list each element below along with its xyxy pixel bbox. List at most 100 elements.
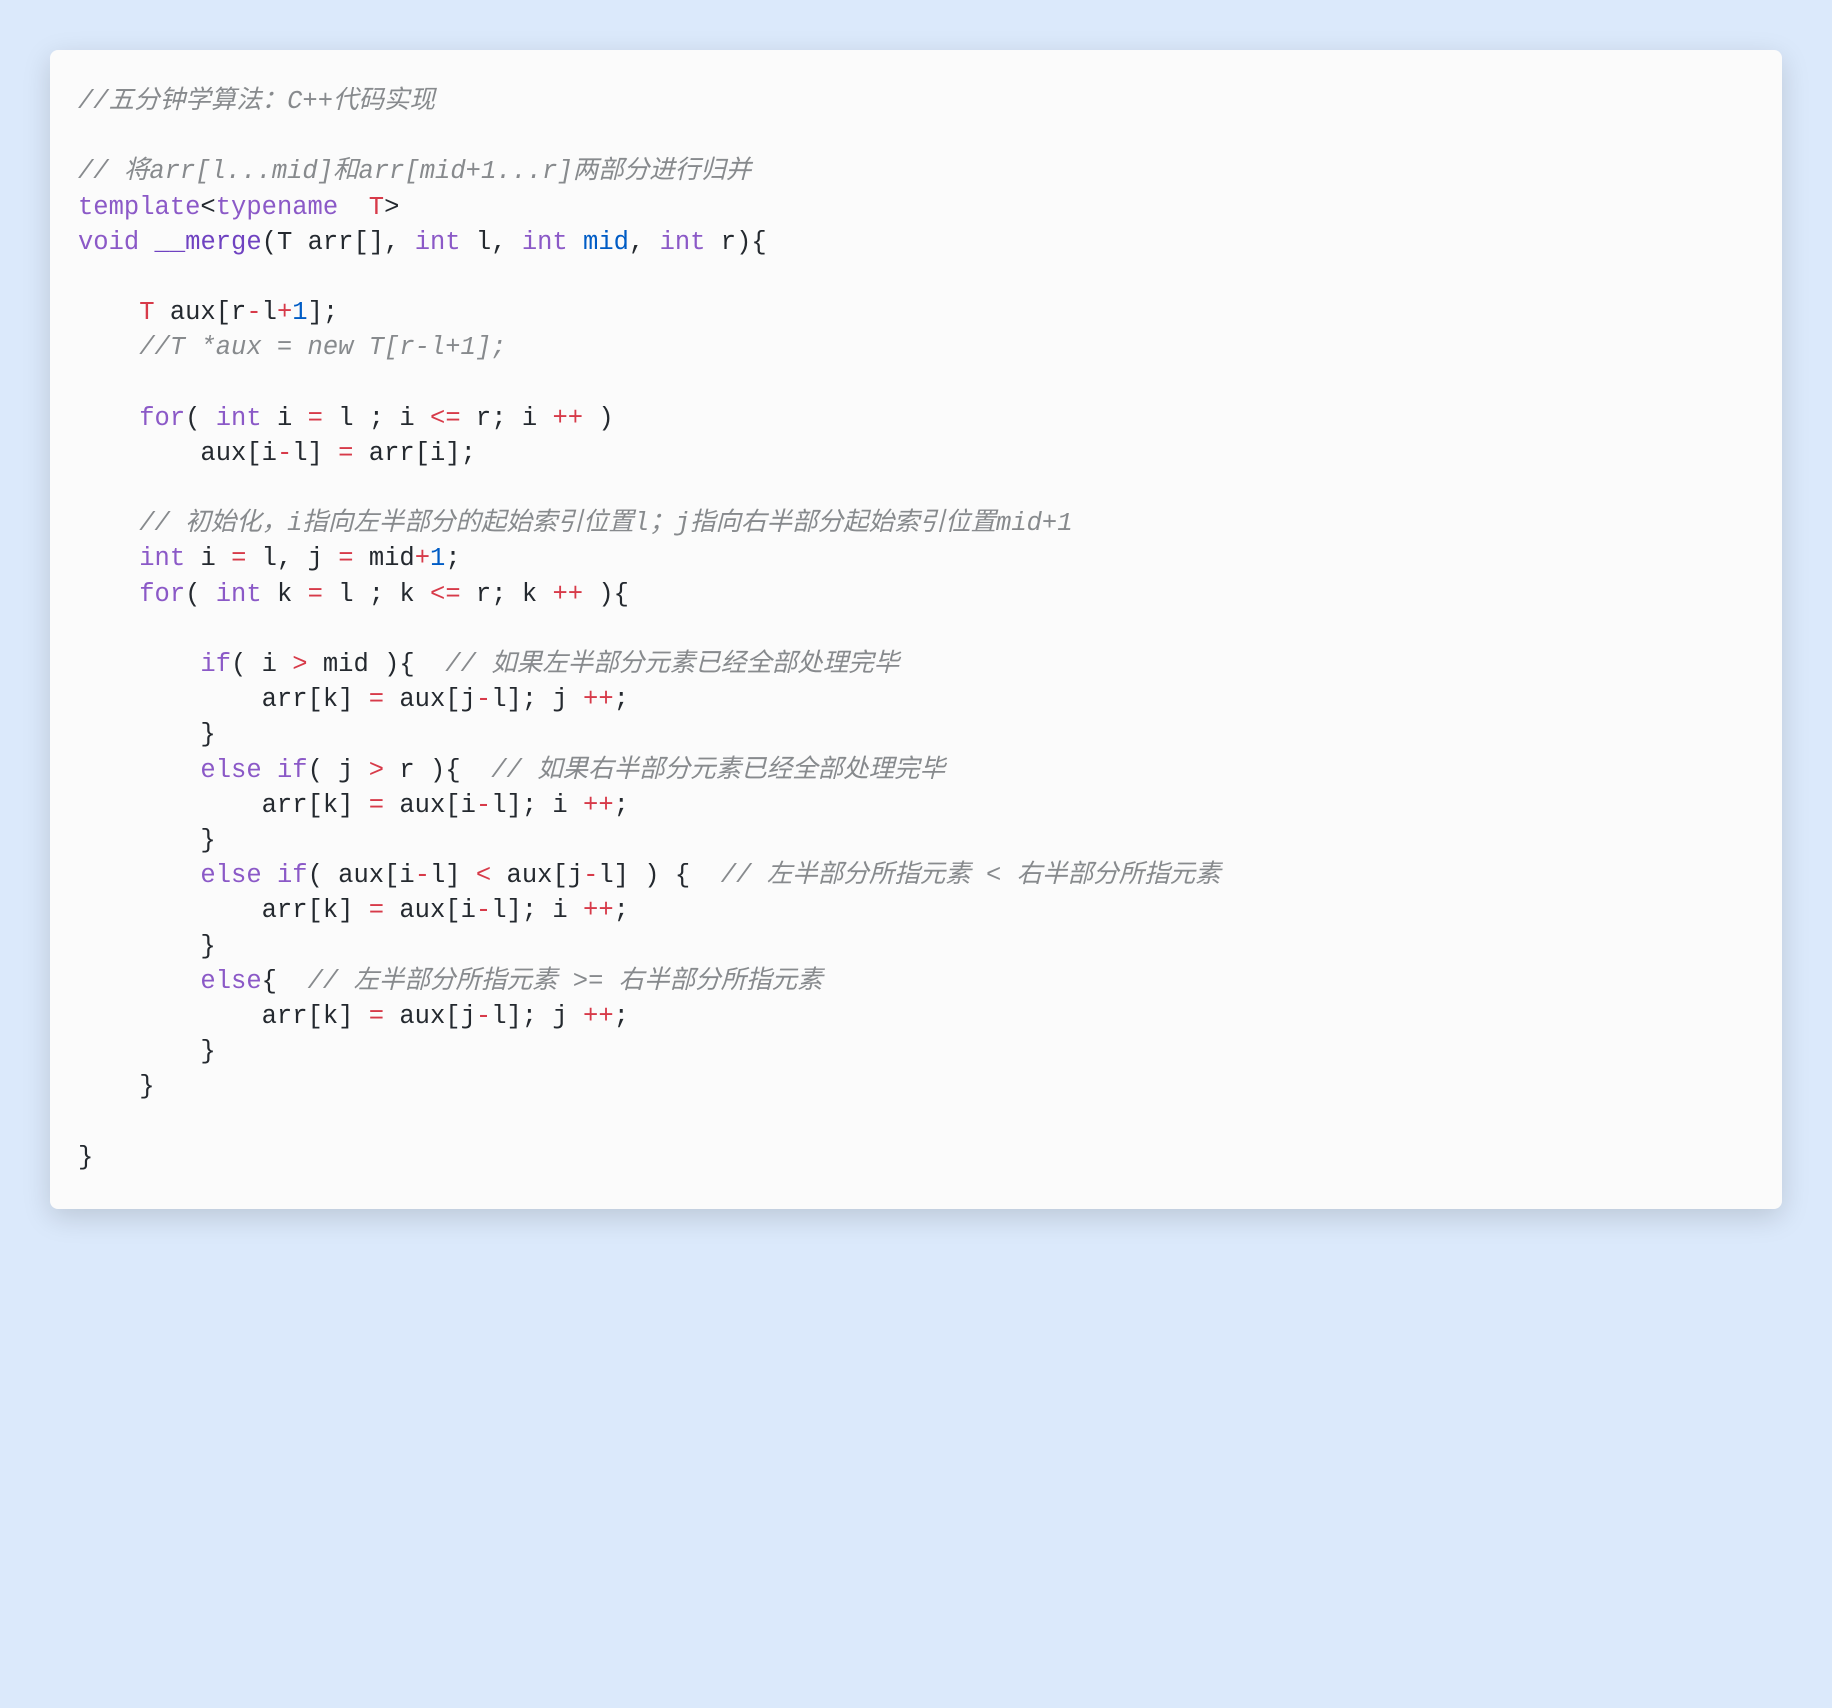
code-text: mid — [308, 650, 385, 679]
code-text: ) — [583, 404, 614, 433]
code-text: < — [200, 193, 215, 222]
code-text: l] ) { — [598, 861, 720, 890]
code-text: k — [262, 580, 308, 609]
code-text: } — [78, 1143, 93, 1172]
code-op: ++ — [552, 580, 583, 609]
code-text: aux[i — [200, 439, 277, 468]
code-func: __merge — [155, 228, 262, 257]
code-card: //五分钟学算法：C++代码实现 // 将arr[l...mid]和arr[mi… — [50, 50, 1782, 1209]
code-op: = — [369, 896, 384, 925]
code-op: ++ — [583, 685, 614, 714]
code-keyword: int — [415, 228, 461, 257]
code-text: aux[j — [384, 1002, 476, 1031]
code-text: ){ — [430, 756, 491, 785]
code-text: arr[k] — [78, 896, 369, 925]
code-text: ){ — [583, 580, 629, 609]
code-op: - — [583, 861, 598, 890]
code-text: } — [78, 932, 216, 961]
code-text: ( j — [308, 756, 369, 785]
code-comment: // 如果右半部分元素已经全部处理完毕 — [491, 756, 945, 785]
code-text: ; i — [354, 404, 431, 433]
code-text: , j — [277, 544, 338, 573]
code-text: l]; j — [491, 685, 583, 714]
code-comment: // 初始化，i指向左半部分的起始索引位置l；j指向右半部分起始索引位置mid+… — [78, 509, 1073, 538]
code-op: = — [369, 1002, 384, 1031]
code-text: ( — [185, 580, 216, 609]
code-block[interactable]: //五分钟学算法：C++代码实现 // 将arr[l...mid]和arr[mi… — [78, 84, 1754, 1175]
code-text: l, — [461, 228, 522, 257]
code-text — [139, 228, 154, 257]
code-keyword: else — [78, 756, 262, 785]
code-text: , — [629, 228, 660, 257]
code-op: < — [476, 861, 491, 890]
code-text: i — [185, 544, 231, 573]
code-text: l — [262, 298, 277, 327]
code-op: - — [476, 791, 491, 820]
code-text: } — [78, 826, 216, 855]
code-keyword: int — [216, 404, 262, 433]
code-text: r — [384, 756, 430, 785]
code-keyword: if — [78, 650, 231, 679]
code-keyword: void — [78, 228, 139, 257]
code-op: - — [476, 896, 491, 925]
code-op: = — [338, 544, 369, 573]
code-text: > — [384, 193, 399, 222]
code-text: aux[j — [491, 861, 583, 890]
code-op: ++ — [583, 896, 614, 925]
code-type: T — [369, 193, 384, 222]
code-comment: //T *aux = new T[r-l+1]; — [78, 333, 506, 362]
code-op: > — [369, 756, 384, 785]
code-comment: // 如果左半部分元素已经全部处理完毕 — [445, 650, 899, 679]
code-keyword: typename — [216, 193, 338, 222]
code-text: ){ — [384, 650, 445, 679]
code-comment: // 左半部分所指元素 < 右半部分所指元素 — [721, 861, 1221, 890]
code-text: ( — [185, 404, 216, 433]
code-text: ; — [614, 685, 629, 714]
code-op: ++ — [583, 791, 614, 820]
code-text: r; i — [461, 404, 553, 433]
code-text: aux[r — [170, 298, 247, 327]
code-text: (T arr[], — [262, 228, 415, 257]
code-text: ; — [445, 544, 460, 573]
code-op: ++ — [583, 1002, 614, 1031]
code-keyword: int — [522, 228, 568, 257]
code-keyword: for — [78, 580, 185, 609]
code-keyword: else — [78, 861, 262, 890]
code-text: mid — [369, 544, 415, 573]
code-text: aux[i — [384, 791, 476, 820]
code-op: = — [308, 580, 339, 609]
code-number: 1 — [430, 544, 445, 573]
code-text — [78, 439, 200, 468]
code-text: ]; — [308, 298, 339, 327]
code-op: = — [231, 544, 262, 573]
code-text: r){ — [706, 228, 767, 257]
code-text: i — [262, 404, 308, 433]
code-op: - — [476, 1002, 491, 1031]
code-op: - — [415, 861, 430, 890]
code-text — [338, 193, 369, 222]
code-text: ; — [614, 896, 629, 925]
code-op: - — [476, 685, 491, 714]
code-comment: // 将arr[l...mid]和arr[mid+1...r]两部分进行归并 — [78, 157, 751, 186]
code-op: = — [338, 439, 353, 468]
code-op: > — [292, 650, 307, 679]
code-text: l]; i — [491, 791, 583, 820]
code-text: arr[i]; — [353, 439, 475, 468]
code-text: l] — [430, 861, 476, 890]
code-op: = — [308, 404, 339, 433]
code-keyword: int — [216, 580, 262, 609]
code-keyword: template — [78, 193, 200, 222]
code-type: T — [78, 298, 170, 327]
code-var: mid — [568, 228, 629, 257]
code-op: ++ — [552, 404, 583, 433]
code-text: l — [262, 544, 277, 573]
code-op: <= — [430, 580, 461, 609]
code-text: l]; j — [491, 1002, 583, 1031]
code-text: l — [338, 580, 353, 609]
code-text — [78, 544, 139, 573]
code-op: + — [415, 544, 430, 573]
code-op: <= — [430, 404, 461, 433]
code-op: - — [277, 439, 292, 468]
code-text: arr[k] — [78, 1002, 369, 1031]
code-text: arr[k] — [78, 791, 369, 820]
